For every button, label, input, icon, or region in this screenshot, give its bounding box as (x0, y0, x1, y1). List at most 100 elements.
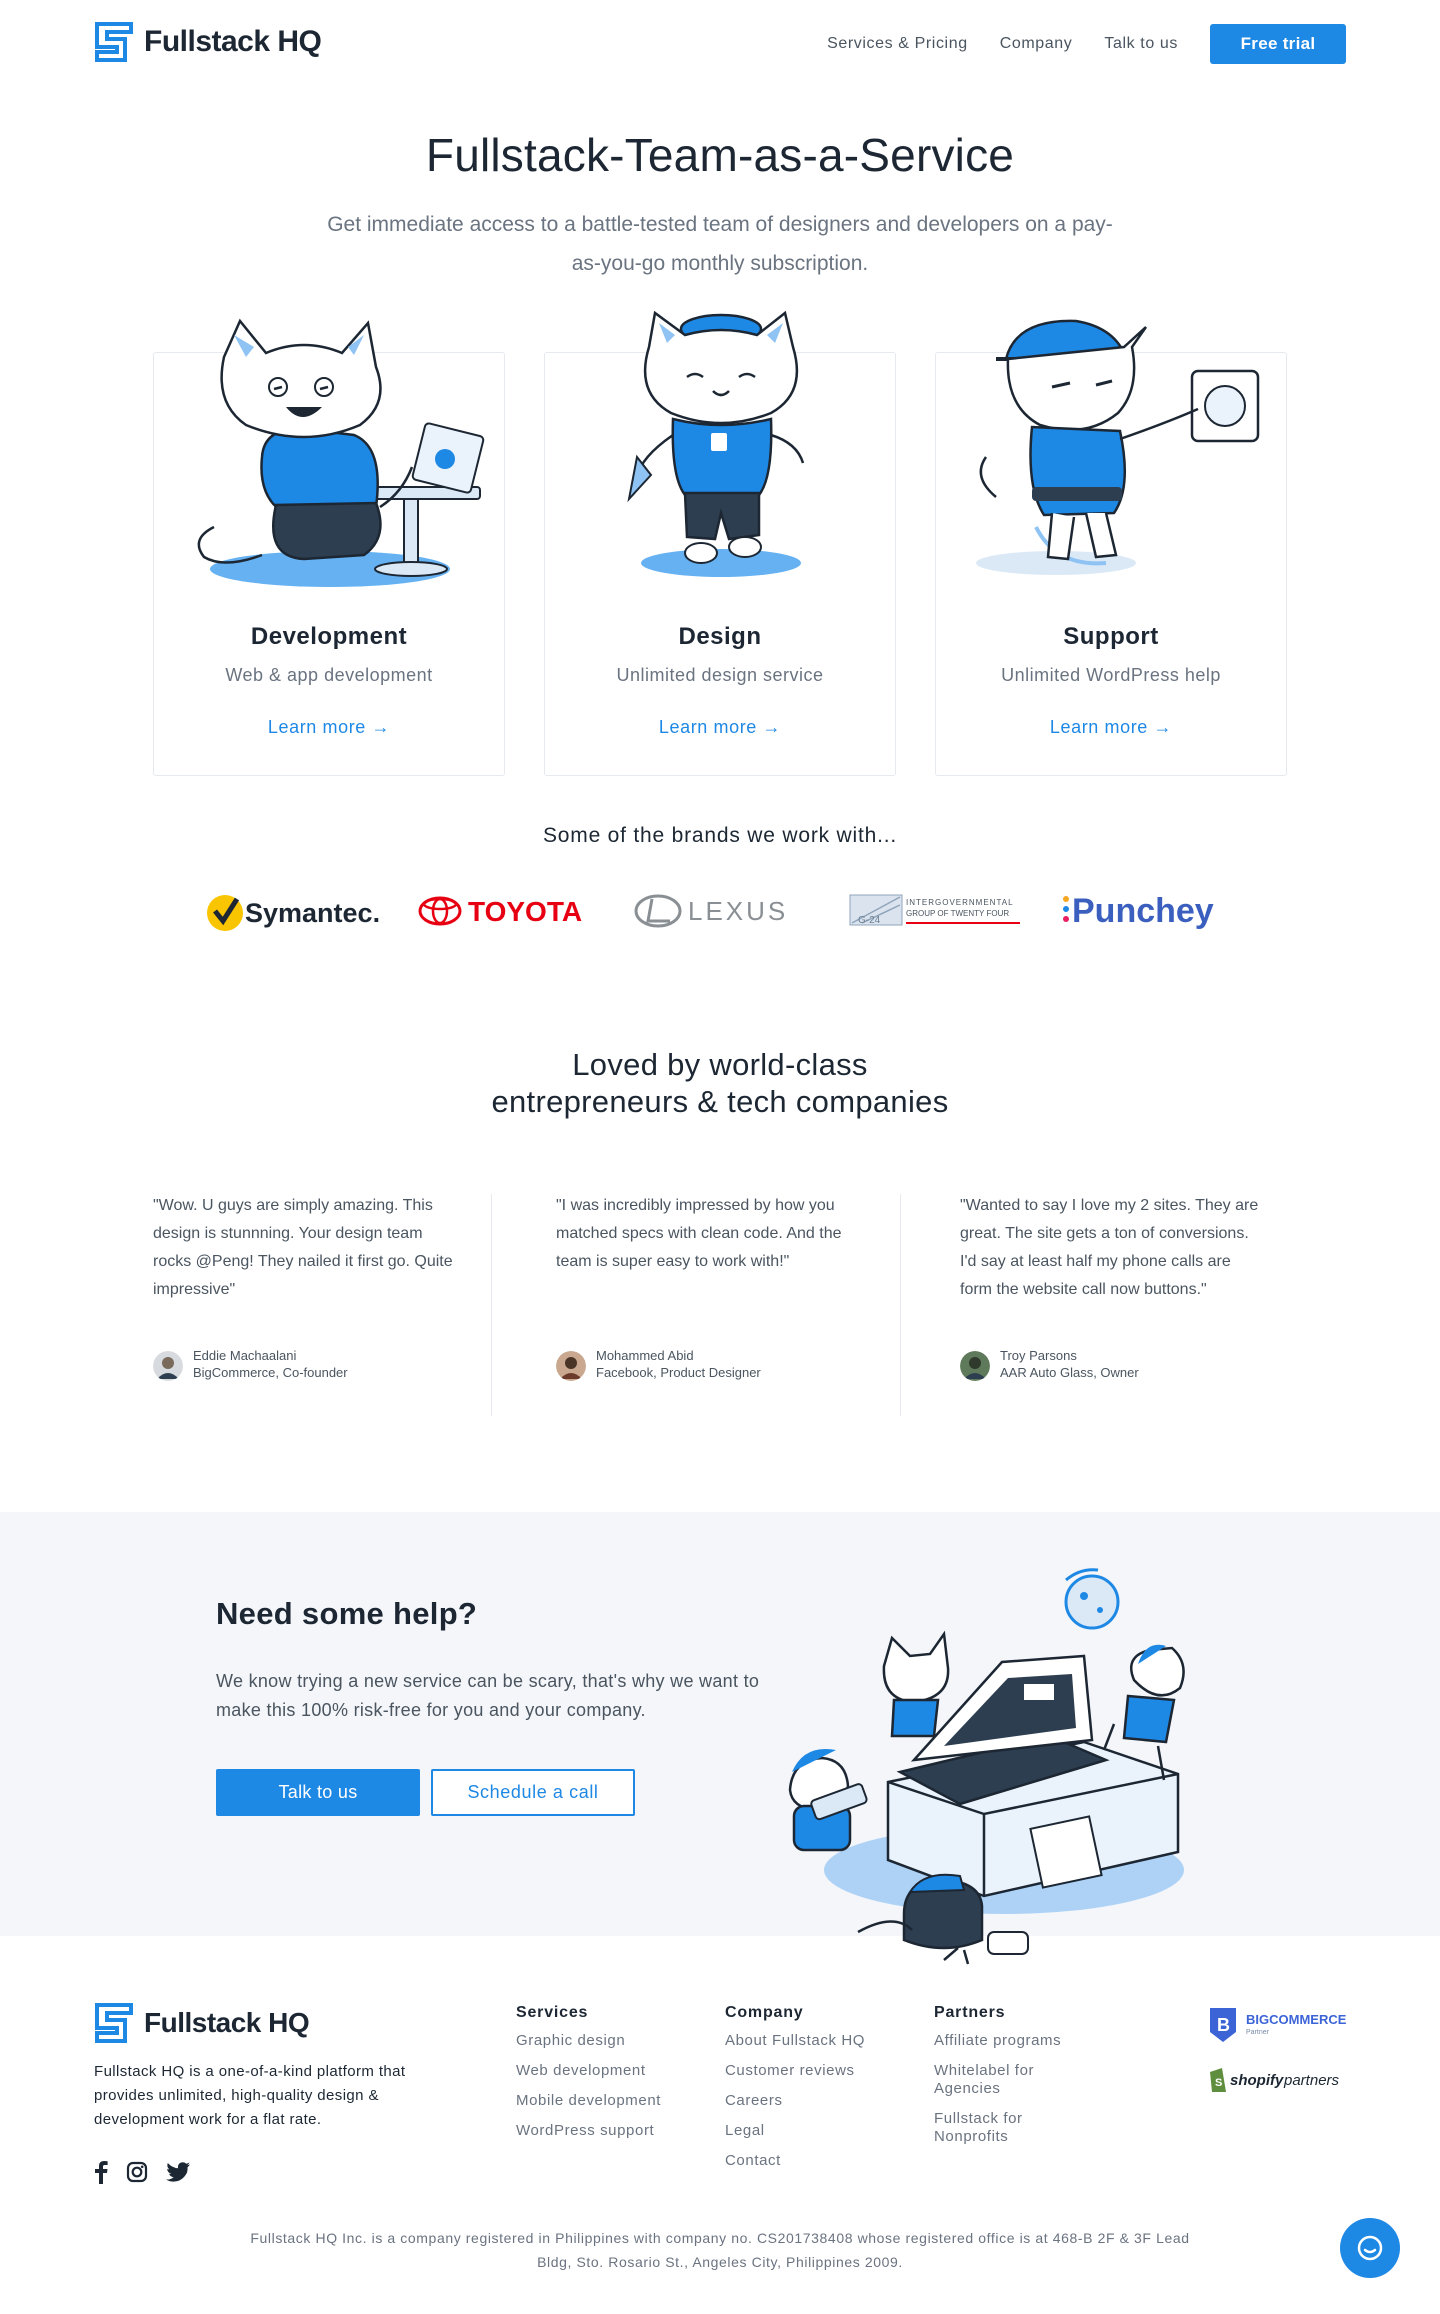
svg-text:Symantec.: Symantec. (245, 898, 380, 928)
footer-column-partners: Partners Affiliate programs Whitelabel f… (934, 2004, 1094, 2158)
help-text: We know trying a new service can be scar… (216, 1671, 760, 1720)
punchey-logo: Punchey (1063, 892, 1214, 930)
service-title: Design (678, 623, 762, 650)
testimonial-divider (491, 1194, 492, 1416)
testimonials-heading-line2: entrepreneurs & tech companies (491, 1084, 949, 1119)
schedule-call-button[interactable]: Schedule a call (431, 1769, 635, 1816)
bigcommerce-partner-logo: B BIGCOMMERCE Partner (1210, 2008, 1347, 2042)
learn-more-link[interactable]: Learn more → (936, 717, 1286, 738)
testimonial-author: Eddie Machaalani BigCommerce, Co-founder (153, 1347, 348, 1381)
service-subtitle: Web & app development (225, 665, 433, 685)
nav-talk-to-us[interactable]: Talk to us (1104, 35, 1178, 53)
author-name: Eddie Machaalani (193, 1348, 297, 1363)
testimonial-card: "I was incredibly impressed by how you m… (556, 1192, 856, 1381)
svg-text:S: S (1215, 2077, 1222, 2089)
footer-column-title: Partners (934, 2004, 1006, 2021)
g24-logo: G-24 INTERGOVERNMENTAL GROUP OF TWENTY F… (849, 894, 1020, 926)
svg-text:INTERGOVERNMENTAL: INTERGOVERNMENTAL (906, 898, 1014, 907)
hero-subtitle: Get immediate access to a battle-tested … (327, 213, 1113, 275)
site-header: Fullstack HQ Services & Pricing Company … (0, 0, 1440, 86)
footer-link[interactable]: Customer reviews (725, 2062, 885, 2080)
brands-heading: Some of the brands we work with... (542, 824, 897, 847)
testimonials-heading-line1: Loved by world-class (572, 1047, 868, 1082)
footer-link[interactable]: Careers (725, 2092, 885, 2110)
testimonial-divider (900, 1194, 901, 1416)
footer-link[interactable]: Contact (725, 2152, 885, 2170)
service-card-support[interactable]: Support Unlimited WordPress help Learn m… (935, 319, 1287, 776)
testimonial-card: "Wanted to say I love my 2 sites. They a… (960, 1192, 1260, 1381)
talk-to-us-button[interactable]: Talk to us (216, 1769, 420, 1816)
footer-logo-link[interactable]: Fullstack HQ (94, 2002, 310, 2044)
free-trial-button[interactable]: Free trial (1210, 24, 1346, 64)
author-role: AAR Auto Glass, Owner (1000, 1365, 1139, 1380)
cat-designer-illustration (627, 310, 805, 577)
service-card-design[interactable]: Design Unlimited design service Learn mo… (544, 310, 896, 776)
help-title: Need some help? (216, 1596, 478, 1631)
service-subtitle: Unlimited WordPress help (1001, 665, 1221, 685)
svg-text:shopify: shopify (1230, 2072, 1284, 2089)
service-title: Development (250, 623, 408, 650)
svg-text:Partner: Partner (1246, 2029, 1270, 2036)
author-name: Troy Parsons (1000, 1348, 1077, 1363)
facebook-icon[interactable] (94, 2160, 108, 2189)
author-name: Mohammed Abid (596, 1348, 694, 1363)
logo-icon (95, 22, 133, 62)
hero-title: Fullstack-Team-as-a-Service (425, 129, 1015, 181)
service-title: Support (1063, 623, 1159, 650)
footer-logo-text: Fullstack HQ (144, 2007, 310, 2038)
main-nav: Services & Pricing Company Talk to us Fr… (827, 24, 1346, 64)
svg-text:B: B (1217, 2015, 1230, 2035)
nav-services-pricing[interactable]: Services & Pricing (827, 35, 968, 53)
toyota-logo: TOYOTA (418, 896, 582, 927)
footer-link[interactable]: Web development (516, 2062, 676, 2080)
svg-text:GROUP OF TWENTY FOUR: GROUP OF TWENTY FOUR (906, 909, 1009, 918)
footer-about-text: Fullstack HQ is a one-of-a-kind platform… (94, 2063, 406, 2128)
footer-column-services: Services Graphic design Web development … (516, 2004, 676, 2152)
footer-link[interactable]: Whitelabel for Agencies (934, 2062, 1064, 2098)
footer-link[interactable]: Fullstack for Nonprofits (934, 2110, 1064, 2146)
service-subtitle: Unlimited design service (616, 665, 824, 685)
author-role: Facebook, Product Designer (596, 1365, 761, 1380)
footer-link[interactable]: Affiliate programs (934, 2032, 1094, 2050)
instagram-icon[interactable] (126, 2161, 148, 2188)
svg-text:LEXUS: LEXUS (688, 896, 788, 926)
svg-text:TOYOTA: TOYOTA (468, 896, 582, 927)
author-role: BigCommerce, Co-founder (193, 1365, 348, 1380)
cats-workstation-illustration (788, 1568, 1185, 1965)
footer-link[interactable]: Legal (725, 2122, 885, 2140)
testimonial-quote: "Wow. U guys are simply amazing. This de… (153, 1197, 453, 1298)
learn-more-link[interactable]: Learn more → (154, 717, 504, 738)
footer-column-title: Company (725, 2004, 804, 2021)
service-card-development[interactable]: Development Web & app development Learn … (153, 318, 505, 776)
chat-launcher-button[interactable] (1340, 2218, 1400, 2278)
chat-icon (1357, 2235, 1383, 2261)
symantec-logo: Symantec. (207, 895, 380, 931)
svg-text:BIGCOMMERCE: BIGCOMMERCE (1246, 2012, 1347, 2027)
footer-column-company: Company About Fullstack HQ Customer revi… (725, 2004, 885, 2182)
nav-company[interactable]: Company (1000, 35, 1073, 53)
testimonial-card: "Wow. U guys are simply amazing. This de… (153, 1192, 453, 1381)
svg-text:G-24: G-24 (858, 915, 881, 926)
footer-link[interactable]: About Fullstack HQ (725, 2032, 885, 2050)
cat-support-illustration (976, 319, 1260, 575)
avatar (556, 1351, 586, 1381)
footer-link[interactable]: Mobile development (516, 2092, 676, 2110)
twitter-icon[interactable] (166, 2162, 190, 2187)
footer-link[interactable]: Graphic design (516, 2032, 676, 2050)
avatar (153, 1351, 183, 1381)
logo-link[interactable]: Fullstack HQ (94, 21, 322, 63)
logo-text: Fullstack HQ (144, 25, 322, 58)
footer-link[interactable]: WordPress support (516, 2122, 676, 2140)
avatar (960, 1351, 990, 1381)
lexus-logo: LEXUS (634, 894, 788, 928)
footer-column-title: Services (516, 2004, 589, 2021)
testimonials-heading: Loved by world-class entrepreneurs & tec… (0, 1046, 1440, 1120)
svg-text:partners: partners (1283, 2072, 1340, 2089)
testimonial-author: Mohammed Abid Facebook, Product Designer (556, 1347, 761, 1381)
testimonial-quote: "Wanted to say I love my 2 sites. They a… (960, 1197, 1259, 1298)
learn-more-link[interactable]: Learn more → (545, 717, 895, 738)
testimonial-author: Troy Parsons AAR Auto Glass, Owner (960, 1347, 1139, 1381)
copyright-text: Fullstack HQ Inc. is a company registere… (250, 2230, 1190, 2270)
shopify-partners-logo: S shopify partners (1210, 2068, 1340, 2092)
cat-developer-illustration (197, 318, 485, 587)
